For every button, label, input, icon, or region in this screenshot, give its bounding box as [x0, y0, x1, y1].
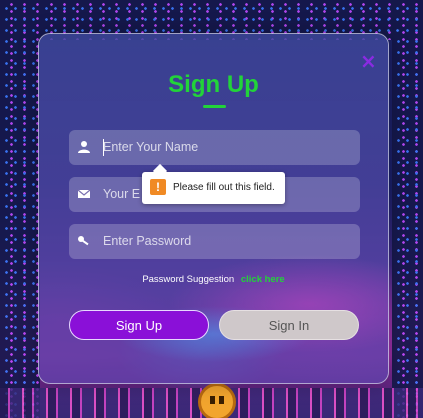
password-suggestion: Password Suggestion click here [39, 274, 388, 285]
password-placeholder: Enter Password [103, 234, 192, 248]
signup-button[interactable]: Sign Up [69, 310, 209, 340]
close-icon[interactable]: × [360, 51, 377, 71]
tooltip-message: Please fill out this field. [173, 182, 275, 193]
password-field[interactable]: Enter Password [69, 224, 360, 259]
envelope-icon [77, 189, 91, 198]
warning-icon: ! [150, 179, 166, 195]
building [392, 0, 423, 418]
smiley-sign [198, 383, 236, 418]
title-underline [203, 105, 226, 108]
signin-button[interactable]: Sign In [219, 310, 359, 340]
form-title: Sign Up [168, 71, 259, 98]
email-placeholder: Your E [103, 187, 141, 201]
suggestion-link[interactable]: click here [241, 274, 285, 285]
name-placeholder: Enter Your Name [103, 140, 199, 154]
building [0, 0, 40, 418]
suggestion-label: Password Suggestion [142, 274, 235, 285]
validation-tooltip: ! Please fill out this field. [142, 172, 285, 204]
name-field[interactable]: Enter Your Name [69, 130, 360, 165]
signup-modal: × Sign Up Enter Your Name Your E Enter P… [38, 33, 389, 384]
user-icon [78, 141, 90, 153]
key-icon [78, 236, 89, 246]
